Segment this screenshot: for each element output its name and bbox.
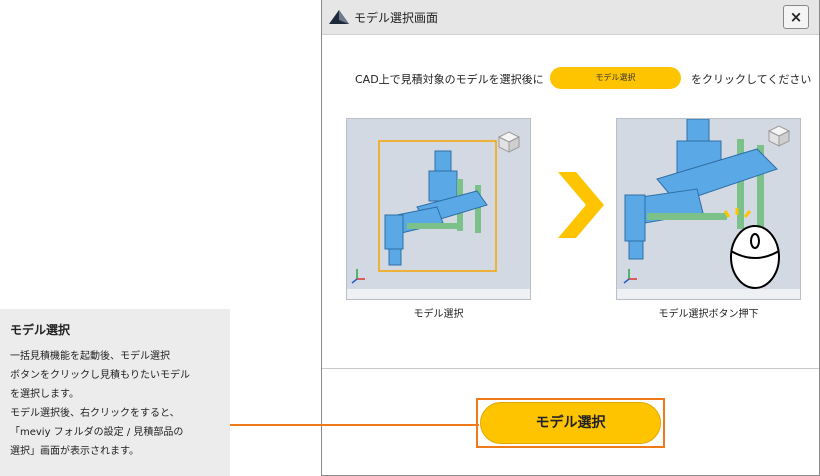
title-bar: モデル選択画面 ×: [322, 0, 819, 35]
step2-cad-screenshot: [616, 118, 801, 300]
model-select-dialog: モデル選択画面 × CAD上で見積対象のモデルを選択後に モデル選択 をクリック…: [321, 0, 820, 476]
annotation-callout: モデル選択 一括見積機能を起動後、モデル選択 ボタンをクリックし見積もりたいモデ…: [0, 309, 230, 476]
app-logo-icon: [329, 10, 349, 24]
instruction-text-after: をクリックしてください: [691, 73, 812, 86]
close-button[interactable]: ×: [783, 5, 809, 29]
view-cube-icon: [497, 131, 521, 153]
instruction-text-before: CAD上で見積対象のモデルを選択後に: [355, 73, 544, 86]
annotation-title: モデル選択: [10, 323, 71, 337]
window-title: モデル選択画面: [354, 11, 439, 25]
instruction-pill: モデル選択: [550, 67, 681, 89]
mouse-icon: [730, 225, 780, 289]
next-step-arrow-icon: [558, 172, 604, 238]
annotation-connector-line: [230, 424, 479, 426]
dialog-divider: [322, 368, 819, 369]
model-select-button[interactable]: モデル選択: [480, 402, 661, 444]
annotation-body: 一括見積機能を起動後、モデル選択 ボタンをクリックし見積もりたいモデル を選択し…: [10, 351, 190, 457]
step2-caption: モデル選択ボタン押下: [658, 309, 759, 320]
step1-cad-screenshot: [346, 118, 531, 300]
view-cube-icon: [767, 125, 791, 147]
step1-caption: モデル選択: [413, 309, 464, 320]
